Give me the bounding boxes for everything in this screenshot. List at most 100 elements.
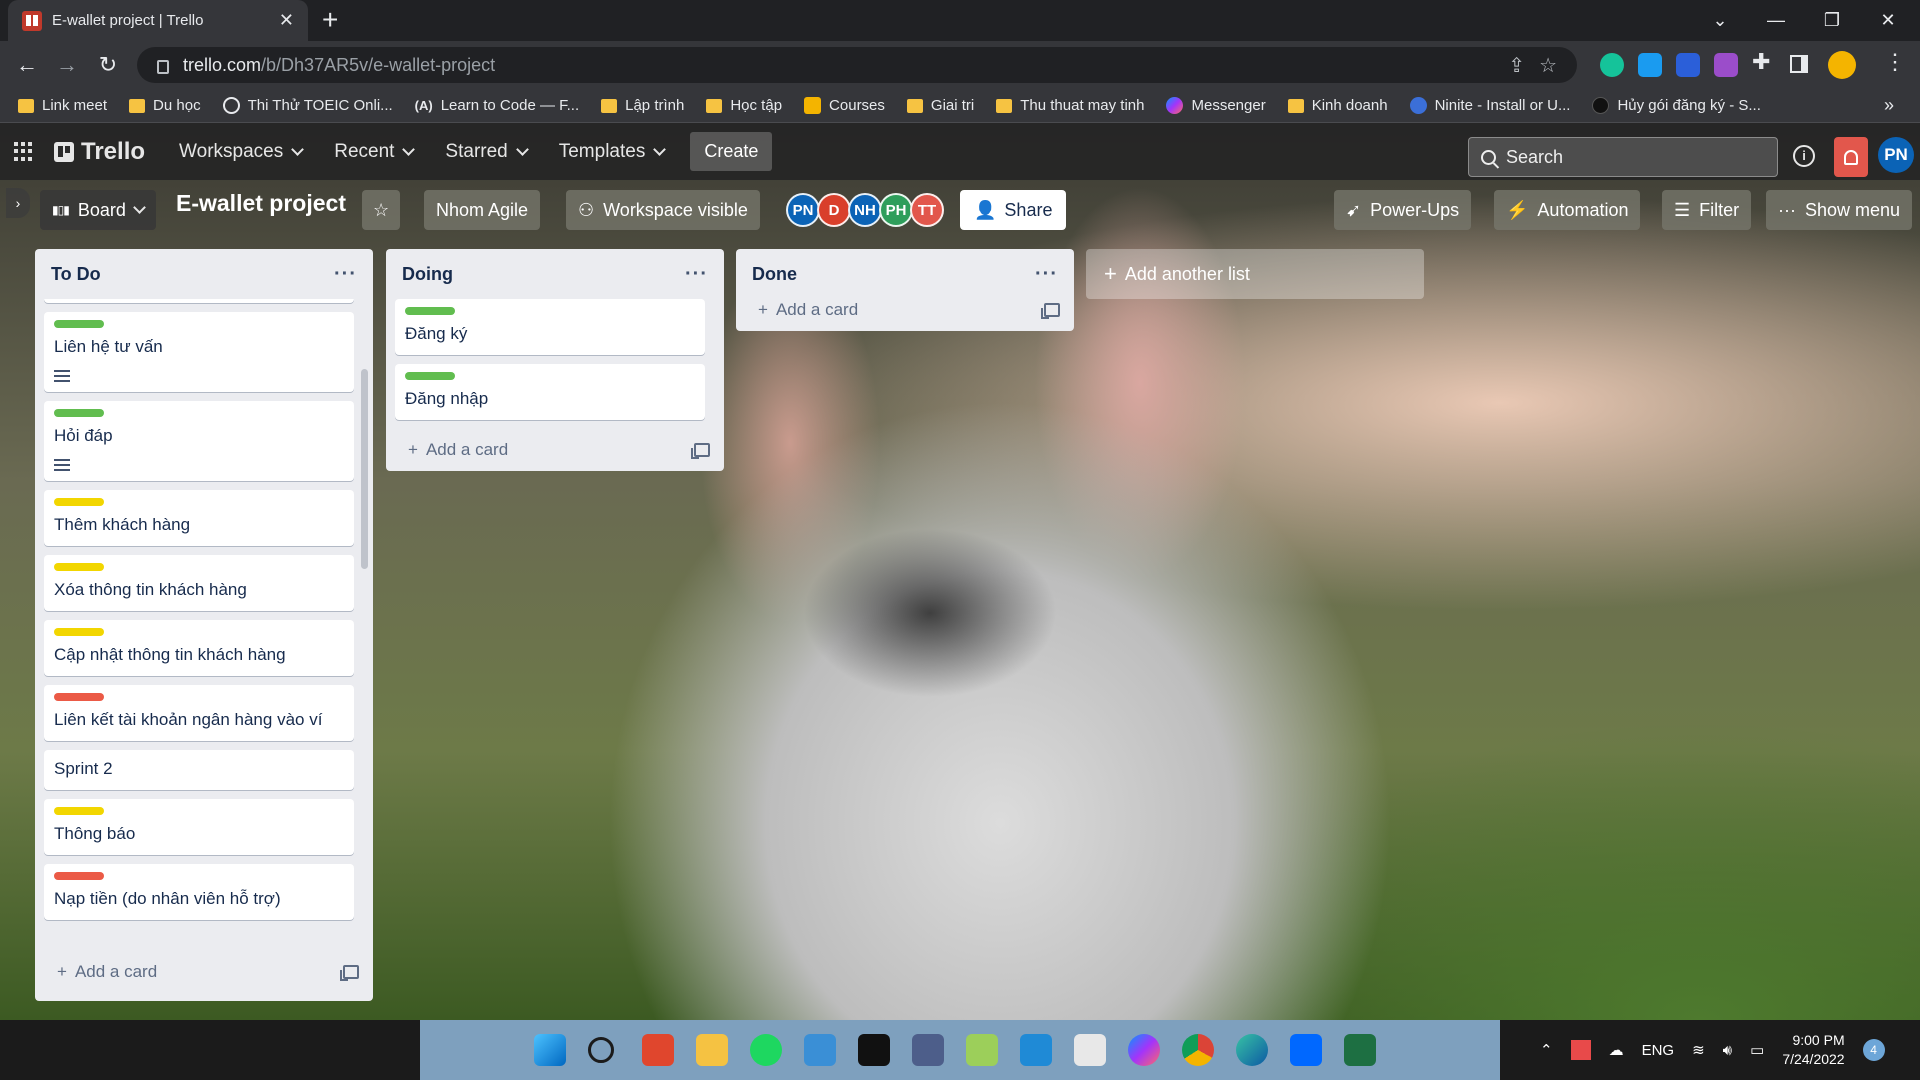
list-header[interactable]: Doing ···	[386, 249, 724, 299]
edge-icon[interactable]	[1236, 1034, 1268, 1066]
add-list-button[interactable]: + Add another list	[1086, 249, 1424, 299]
restore-button[interactable]: ❐	[1804, 0, 1860, 41]
card-partial[interactable]	[44, 299, 354, 303]
list-header[interactable]: To Do ···	[35, 249, 373, 299]
language-indicator[interactable]: ENG	[1642, 1042, 1675, 1059]
card-label-green[interactable]	[54, 320, 104, 328]
bookmark-item[interactable]: Hủy gói đăng ký - S...	[1592, 97, 1761, 114]
card[interactable]: Liên kết tài khoản ngân hàng vào ví	[44, 685, 354, 741]
grammarly-extension-icon[interactable]	[1600, 53, 1624, 77]
more-bookmarks-icon[interactable]: »	[1884, 95, 1894, 116]
board-view-switcher[interactable]: ▮▯▮ Board	[40, 190, 156, 230]
bookmark-item[interactable]: Thu thuat may tinh	[996, 97, 1144, 114]
reload-icon[interactable]: ↻	[88, 41, 128, 89]
search-icon[interactable]	[588, 1037, 614, 1063]
bookmark-item[interactable]: Messenger	[1166, 97, 1266, 114]
minimize-button[interactable]: —	[1748, 0, 1804, 41]
info-icon[interactable]: i	[1793, 145, 1815, 167]
url-text[interactable]: trello.com/b/Dh37AR5v/e-wallet-project	[183, 55, 1494, 76]
add-card-button[interactable]: + Add a card	[35, 951, 373, 993]
card[interactable]: Đăng ký	[395, 299, 705, 355]
share-page-icon[interactable]: ⇪	[1508, 53, 1525, 78]
card-label-green[interactable]	[405, 307, 455, 315]
visibility-button[interactable]: ⚇ Workspace visible	[566, 190, 760, 230]
card-label-green[interactable]	[405, 372, 455, 380]
chevron-up-icon[interactable]: ⌃	[1540, 1041, 1553, 1059]
show-menu-button[interactable]: ··· Show menu	[1766, 190, 1913, 230]
card-label-yellow[interactable]	[54, 498, 104, 506]
list-title[interactable]: To Do	[51, 264, 101, 285]
list-scrollbar[interactable]	[361, 369, 368, 569]
profile-avatar[interactable]	[1828, 51, 1856, 79]
bookmark-item[interactable]: Thi Thử TOEIC Onli...	[222, 97, 393, 114]
nav-templates[interactable]: Templates	[549, 135, 675, 169]
volume-icon[interactable]: 🔊︎	[1723, 1042, 1732, 1059]
nav-starred[interactable]: Starred	[435, 135, 536, 169]
office-icon[interactable]	[642, 1034, 674, 1066]
list-title[interactable]: Doing	[402, 264, 453, 285]
app-icon[interactable]	[912, 1034, 944, 1066]
excel-icon[interactable]	[1344, 1034, 1376, 1066]
bookmark-star-icon[interactable]: ☆	[1539, 53, 1557, 78]
card[interactable]: Thêm khách hàng	[44, 490, 354, 546]
notion-extension-icon[interactable]	[1676, 53, 1700, 77]
tab-close-icon[interactable]: ✕	[279, 10, 294, 31]
nav-recent[interactable]: Recent	[324, 135, 423, 169]
bookmark-item[interactable]: Giai tri	[906, 97, 974, 114]
bookmark-item[interactable]: Kinh doanh	[1287, 97, 1388, 114]
bookmark-item[interactable]: Lập trình	[601, 97, 684, 114]
card[interactable]: Liên hệ tư vấn	[44, 312, 354, 392]
card-template-icon[interactable]	[1041, 303, 1060, 319]
member-avatar[interactable]: PH	[879, 193, 913, 227]
card[interactable]: Hỏi đáp	[44, 401, 354, 481]
card-template-icon[interactable]	[340, 965, 359, 981]
add-card-button[interactable]: + Add a card	[736, 289, 1074, 331]
file-explorer-icon[interactable]	[696, 1034, 728, 1066]
list-menu-icon[interactable]: ···	[685, 263, 708, 286]
messenger-icon[interactable]	[1128, 1034, 1160, 1066]
screenshot-extension-icon[interactable]	[1714, 53, 1738, 77]
member-avatar[interactable]: TT	[910, 193, 944, 227]
notifications-button[interactable]	[1834, 137, 1868, 177]
add-card-button[interactable]: + Add a card	[386, 429, 724, 471]
card-label-red[interactable]	[54, 872, 104, 880]
card-template-icon[interactable]	[691, 443, 710, 459]
chrome-icon[interactable]	[1182, 1034, 1214, 1066]
forward-arrow-icon[interactable]: →	[47, 41, 87, 89]
notification-badge[interactable]: 4	[1862, 1039, 1885, 1061]
browser-tab[interactable]: E-wallet project | Trello ✕	[8, 0, 308, 41]
bookmark-item[interactable]: (A) Learn to Code — F...	[415, 97, 579, 114]
photos-icon[interactable]	[966, 1034, 998, 1066]
tab-search-icon[interactable]: ⌄	[1692, 0, 1748, 41]
card-label-yellow[interactable]	[54, 563, 104, 571]
power-ups-button[interactable]: ➹ Power-Ups	[1334, 190, 1472, 230]
member-avatar[interactable]: PN	[1878, 137, 1914, 173]
cloud-icon[interactable]: ☁	[1609, 1041, 1624, 1059]
address-bar[interactable]: trello.com/b/Dh37AR5v/e-wallet-project ⇪…	[137, 47, 1577, 83]
vscode-icon[interactable]	[1020, 1034, 1052, 1066]
vivaldi-tray-icon[interactable]	[1570, 1040, 1591, 1060]
card[interactable]: Xóa thông tin khách hàng	[44, 555, 354, 611]
card-label-yellow[interactable]	[54, 628, 104, 636]
bookmark-item[interactable]: Học tập	[706, 97, 782, 114]
card[interactable]: Nạp tiền (do nhân viên hỗ trợ)	[44, 864, 354, 920]
wifi-icon[interactable]: ≋	[1692, 1041, 1705, 1059]
search-input[interactable]: Search	[1468, 137, 1778, 177]
close-window-button[interactable]: ✕	[1860, 0, 1916, 41]
spotify-icon[interactable]	[750, 1034, 782, 1066]
bookmark-item[interactable]: Du học	[129, 97, 201, 114]
package-icon[interactable]	[1074, 1034, 1106, 1066]
card-label-red[interactable]	[54, 693, 104, 701]
chrome-menu-icon[interactable]: ⋮	[1884, 49, 1906, 75]
star-board-button[interactable]: ☆	[362, 190, 400, 230]
create-button[interactable]: Create	[690, 132, 773, 171]
dropper-extension-icon[interactable]	[1638, 53, 1662, 77]
list-title[interactable]: Done	[752, 264, 797, 285]
card-label-yellow[interactable]	[54, 807, 104, 815]
sidebar-toggle-icon[interactable]: ›	[6, 188, 30, 218]
list-menu-icon[interactable]: ···	[334, 263, 357, 286]
clock[interactable]: 9:00 PM 7/24/2022	[1782, 1031, 1844, 1069]
member-avatar[interactable]: D	[817, 193, 851, 227]
member-avatar[interactable]: PN	[786, 193, 820, 227]
side-panel-icon[interactable]	[1790, 55, 1808, 73]
